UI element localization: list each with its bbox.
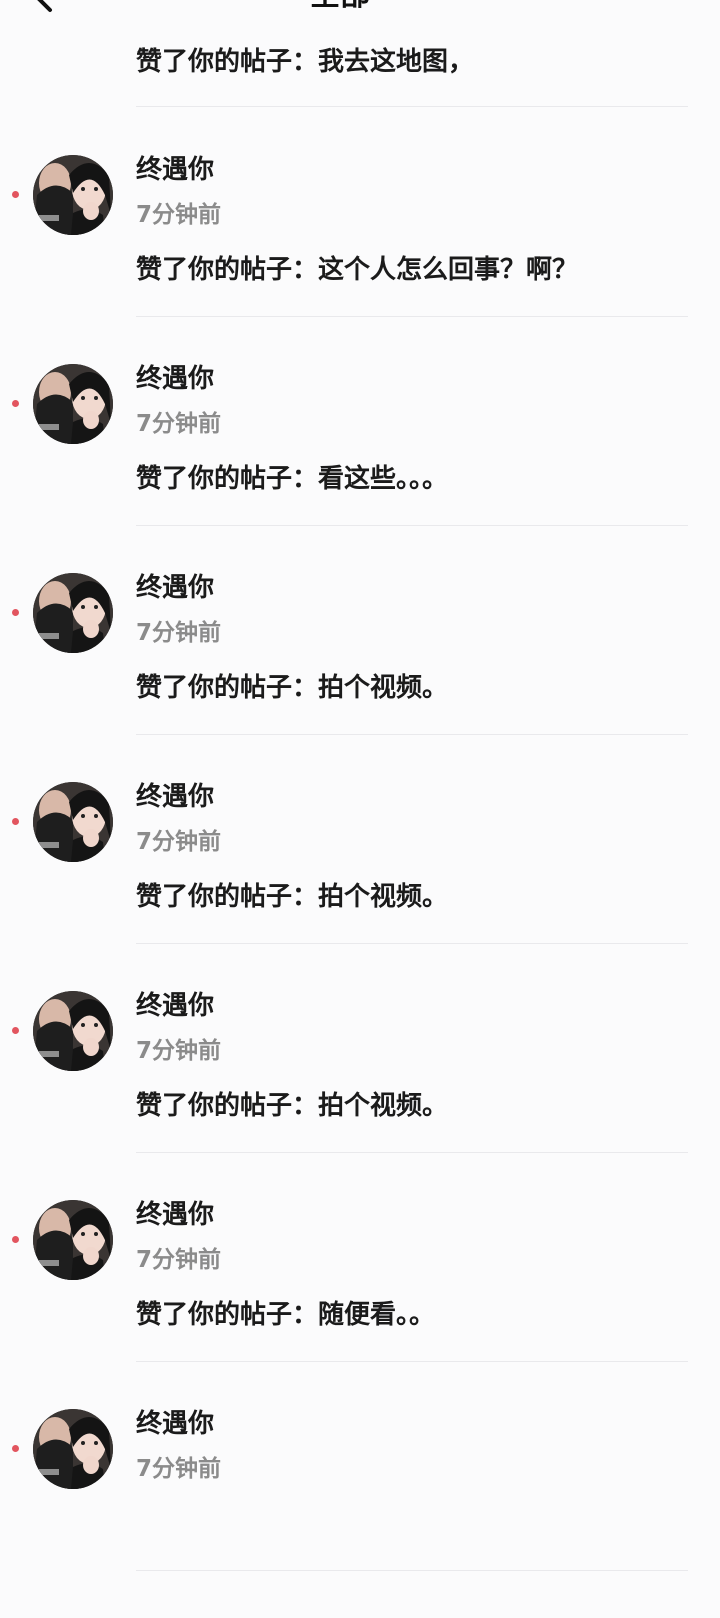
top-nav-bar: 全部	[0, 0, 720, 18]
user-name[interactable]: 终遇你	[136, 1200, 214, 1230]
unread-dot	[12, 1236, 19, 1243]
user-name[interactable]: 终遇你	[136, 782, 214, 812]
unread-dot	[12, 1027, 19, 1034]
notification-message: 赞了你的帖子：拍个视频。	[136, 673, 449, 703]
avatar[interactable]	[33, 991, 113, 1071]
timestamp: 7分钟前	[136, 1038, 222, 1064]
notification-message: 赞了你的帖子：这个人怎么回事？啊？	[136, 255, 579, 285]
notification-item[interactable]: 终遇你 7分钟前 赞了你的帖子：随便看。。	[0, 1200, 720, 1409]
avatar[interactable]	[33, 782, 113, 862]
avatar[interactable]	[33, 1200, 113, 1280]
notification-message: 赞了你的帖子：看这些。。。	[136, 464, 449, 494]
divider	[136, 943, 688, 944]
avatar[interactable]	[33, 155, 113, 235]
unread-dot	[12, 818, 19, 825]
divider	[136, 525, 688, 526]
notification-item[interactable]: 终遇你 7分钟前 赞了你的帖子：拍个视频。	[0, 782, 720, 991]
timestamp: 7分钟前	[136, 829, 222, 855]
user-name[interactable]: 终遇你	[136, 573, 214, 603]
notification-message: 赞了你的帖子：拍个视频。	[136, 882, 449, 912]
notification-item[interactable]: 终遇你 7分钟前 赞了你的帖子：这个人怎么回事？啊？	[0, 155, 720, 364]
notification-message: 赞了你的帖子：随便看。。	[136, 1300, 436, 1330]
user-name[interactable]: 终遇你	[136, 155, 214, 185]
timestamp: 7分钟前	[136, 202, 222, 228]
unread-dot	[12, 191, 19, 198]
timestamp: 7分钟前	[136, 1456, 222, 1482]
notification-item[interactable]: 终遇你 7分钟前	[0, 1409, 720, 1618]
page-title: 全部	[310, 0, 370, 14]
avatar[interactable]	[33, 573, 113, 653]
user-name[interactable]: 终遇你	[136, 991, 214, 1021]
unread-dot	[12, 400, 19, 407]
timestamp: 7分钟前	[136, 1247, 222, 1273]
timestamp: 7分钟前	[136, 411, 222, 437]
divider	[136, 1361, 688, 1362]
divider	[136, 734, 688, 735]
divider	[136, 1152, 688, 1153]
notification-message: 赞了你的帖子：拍个视频。	[136, 1091, 449, 1121]
unread-dot	[12, 1445, 19, 1452]
avatar[interactable]	[33, 1409, 113, 1489]
user-name[interactable]: 终遇你	[136, 1409, 214, 1439]
filter-dropdown[interactable]: 全部	[310, 0, 398, 14]
notification-item[interactable]: 终遇你 7分钟前 赞了你的帖子：拍个视频。	[0, 573, 720, 782]
divider	[136, 316, 688, 317]
user-name[interactable]: 终遇你	[136, 364, 214, 394]
divider	[136, 106, 688, 107]
divider	[136, 1570, 688, 1571]
back-arrow-icon[interactable]	[30, 0, 56, 14]
notification-item[interactable]: 终遇你 7分钟前 赞了你的帖子：拍个视频。	[0, 991, 720, 1200]
timestamp: 7分钟前	[136, 620, 222, 646]
notification-item[interactable]: 终遇你 7分钟前 赞了你的帖子：看这些。。。	[0, 364, 720, 573]
unread-dot	[12, 609, 19, 616]
avatar[interactable]	[33, 364, 113, 444]
chevron-down-icon	[380, 0, 398, 2]
notification-message: 赞了你的帖子：我去这地图，	[136, 47, 475, 77]
